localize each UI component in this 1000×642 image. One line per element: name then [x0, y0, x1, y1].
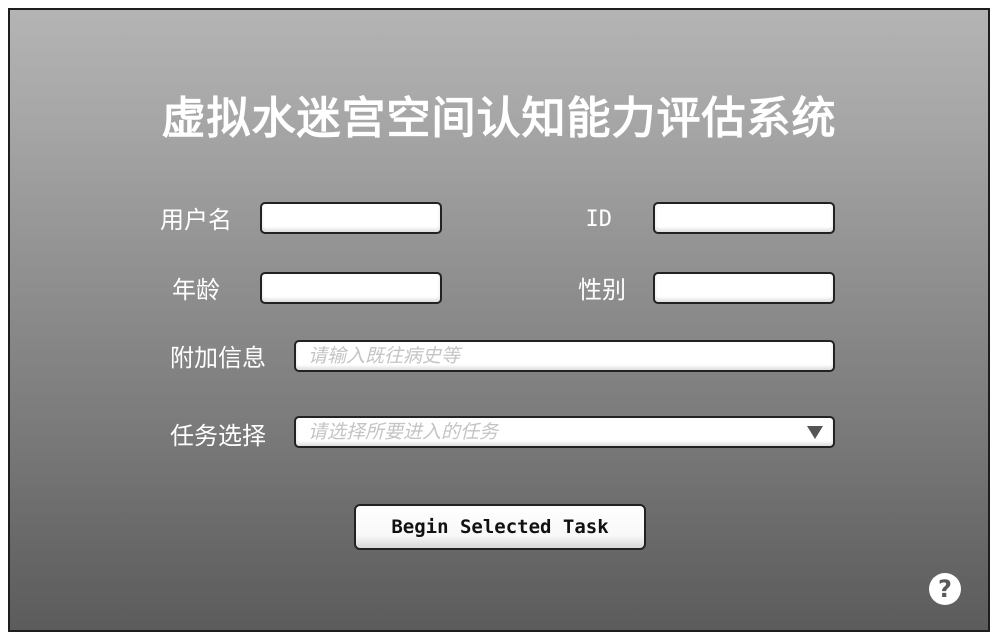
- task-select-label: 任务选择: [170, 422, 266, 450]
- page-title: 虚拟水迷宫空间认知能力评估系统: [161, 93, 837, 144]
- username-label: 用户名: [160, 206, 232, 234]
- age-input[interactable]: [260, 272, 442, 304]
- additional-info-input[interactable]: 请输入既往病史等: [294, 340, 835, 372]
- id-input[interactable]: [653, 202, 835, 234]
- age-label: 年龄: [172, 276, 220, 304]
- task-select-placeholder: 请选择所要进入的任务: [308, 421, 499, 443]
- id-label: ID: [585, 207, 613, 232]
- task-select-dropdown[interactable]: 请选择所要进入的任务: [294, 416, 835, 448]
- additional-info-label: 附加信息: [170, 344, 266, 372]
- triangle-down-icon[interactable]: [807, 426, 823, 439]
- gender-label: 性别: [578, 276, 626, 304]
- username-input[interactable]: [260, 202, 442, 234]
- gender-input[interactable]: [653, 272, 835, 304]
- begin-selected-task-button[interactable]: Begin Selected Task: [354, 504, 646, 550]
- question-circle-icon[interactable]: ?: [929, 573, 961, 605]
